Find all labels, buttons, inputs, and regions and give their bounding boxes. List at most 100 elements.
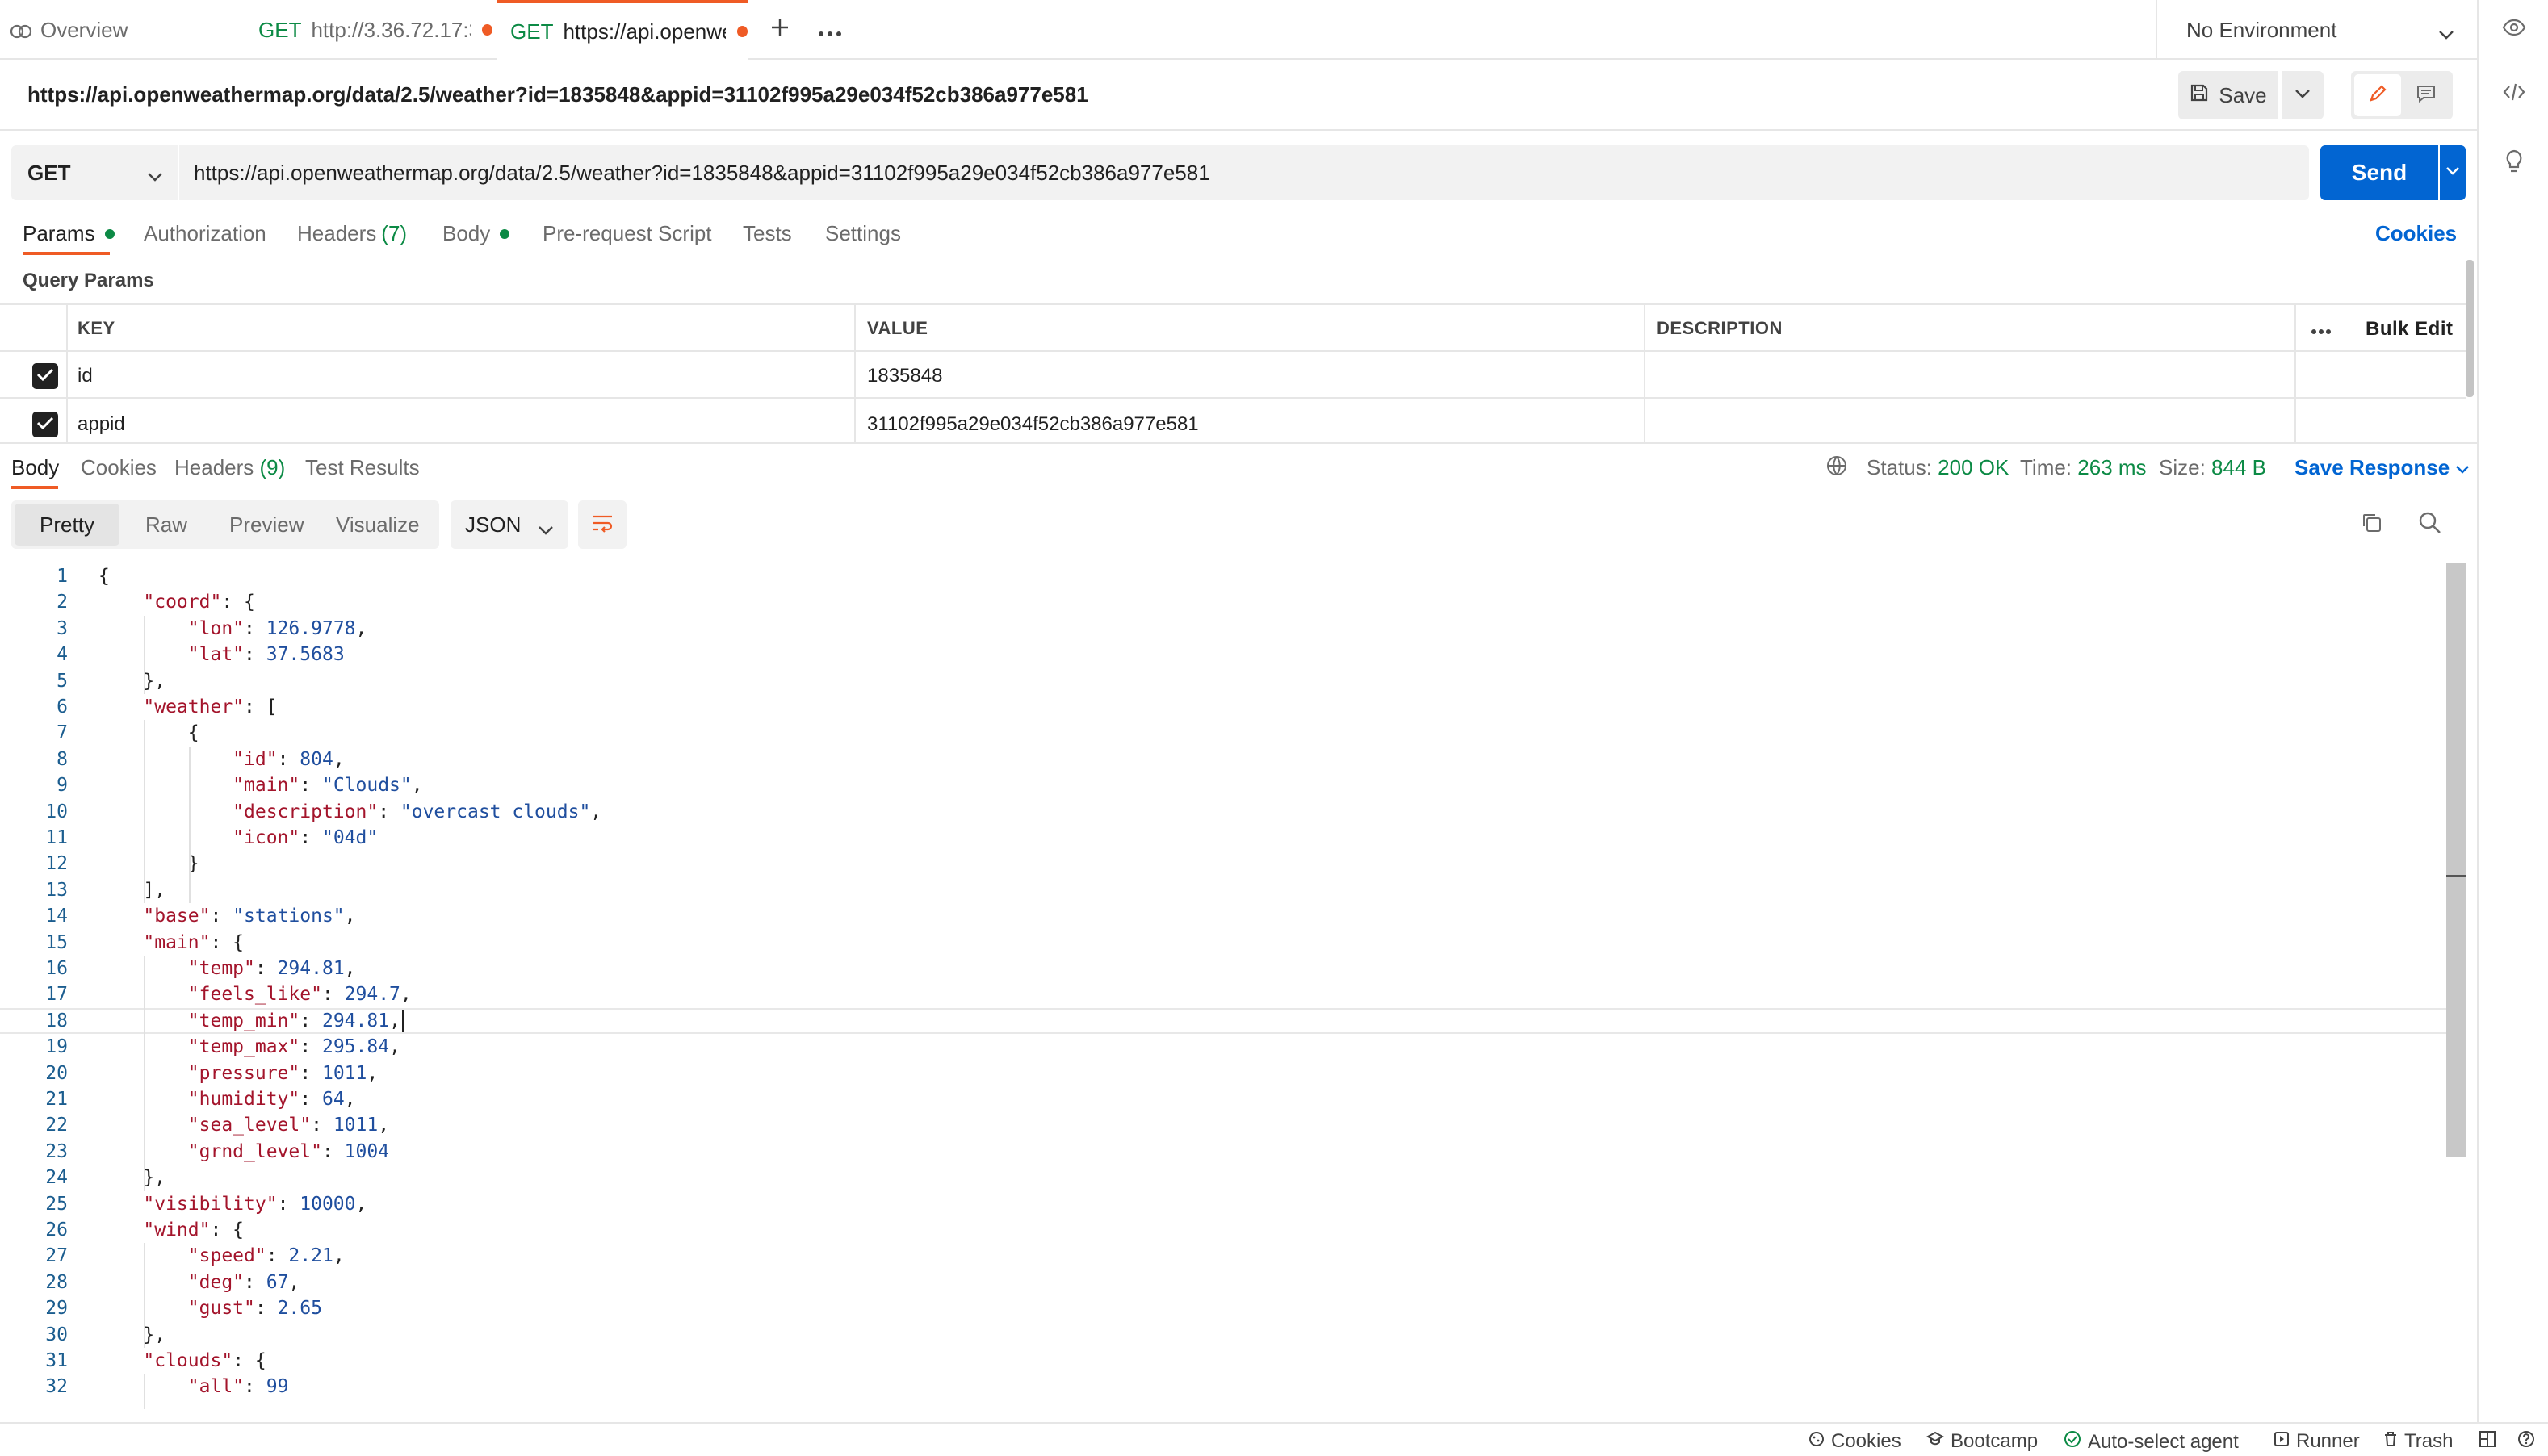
code-line: 20 "pressure": 1011, — [0, 1061, 2446, 1086]
code-icon — [2503, 82, 2525, 106]
code-line: 29 "gust": 2.65 — [0, 1295, 2446, 1321]
row-divider — [0, 350, 2466, 352]
send-button[interactable]: Send — [2320, 145, 2438, 200]
editor-scrollbar[interactable] — [2446, 563, 2466, 1157]
view-pretty-button[interactable]: Pretty — [15, 504, 119, 546]
environment-quick-look-button[interactable] — [2479, 5, 2548, 53]
method-select[interactable]: GET — [11, 145, 178, 200]
tab-authorization-label: Authorization — [144, 221, 266, 245]
info-button[interactable] — [2479, 139, 2548, 187]
comment-icon — [2416, 84, 2437, 107]
text-caret — [402, 1010, 404, 1032]
response-tab-cookies[interactable]: Cookies — [81, 455, 157, 480]
statusbar-bootcamp-button[interactable]: Bootcamp — [1926, 1430, 2038, 1453]
trash-icon — [2383, 1430, 2398, 1453]
time-label: Time: — [2020, 455, 2072, 479]
url-input[interactable]: https://api.openweathermap.org/data/2.5/… — [179, 145, 2309, 200]
environment-select[interactable]: No Environment — [2156, 0, 2477, 60]
request-name[interactable]: https://api.openweathermap.org/data/2.5/… — [27, 82, 1088, 107]
code-line: 15 "main": { — [0, 930, 2446, 956]
line-number: 10 — [45, 801, 68, 822]
copy-button[interactable] — [2356, 508, 2388, 541]
code-line: 32 "all": 99 — [0, 1374, 2446, 1400]
statusbar-trash-button[interactable]: Trash — [2383, 1430, 2453, 1453]
overview-icon — [10, 21, 32, 39]
code-line: 27 "speed": 2.21, — [0, 1243, 2446, 1269]
chevron-down-icon — [538, 517, 554, 542]
param-checkbox[interactable] — [32, 363, 58, 389]
save-button[interactable]: Save — [2178, 71, 2278, 119]
new-tab-button[interactable] — [762, 0, 798, 60]
view-raw-button[interactable]: Raw — [145, 500, 187, 549]
code-snippet-button[interactable] — [2479, 69, 2548, 118]
statusbar-runner-button[interactable]: Runner — [2274, 1430, 2360, 1453]
wrap-lines-button[interactable] — [578, 500, 627, 549]
format-select[interactable]: JSON — [451, 500, 568, 549]
param-key[interactable]: id — [78, 365, 93, 387]
tab-authorization[interactable]: Authorization — [144, 221, 266, 246]
search-button[interactable] — [2414, 508, 2446, 541]
code-line: 7 { — [0, 720, 2446, 746]
params-scrollbar[interactable] — [2466, 260, 2474, 397]
send-options-button[interactable] — [2440, 145, 2466, 200]
save-options-button[interactable] — [2282, 71, 2324, 119]
params-indicator-dot — [104, 228, 115, 239]
code-line: 12 } — [0, 851, 2446, 877]
wrap-icon — [590, 513, 614, 537]
response-headers-label: Headers — [174, 455, 254, 479]
layout-toggle-button[interactable] — [2479, 1430, 2496, 1454]
view-visualize-button[interactable]: Visualize — [336, 500, 420, 549]
bulk-edit-button[interactable]: Bulk Edit — [2366, 318, 2454, 341]
indent-guide — [144, 615, 145, 694]
response-tab-body[interactable]: Body — [11, 455, 59, 480]
column-divider — [854, 305, 856, 442]
view-preview-button[interactable]: Preview — [229, 500, 304, 549]
line-number: 2 — [57, 592, 68, 613]
code-text: "pressure": 1011, — [187, 1062, 379, 1084]
statusbar-agent-button[interactable]: Auto-select agent — [2064, 1430, 2239, 1454]
cookie-icon — [1808, 1430, 1825, 1453]
plus-icon — [769, 17, 790, 44]
column-options-button[interactable] — [2311, 318, 2332, 341]
statusbar-cookies-button[interactable]: Cookies — [1808, 1430, 1901, 1453]
tab-body-label: Body — [442, 221, 491, 245]
help-button[interactable] — [2517, 1430, 2535, 1454]
scrollbar-cursor-marker — [2446, 875, 2466, 877]
comment-mode-button[interactable] — [2403, 74, 2450, 116]
tab-body[interactable]: Body — [442, 221, 510, 246]
tab-request-2[interactable]: GET https://api.openwe — [497, 0, 748, 60]
code-line: 22 "sea_level": 1011, — [0, 1112, 2446, 1138]
edit-mode-button[interactable] — [2354, 74, 2401, 116]
more-tabs-button[interactable] — [812, 0, 848, 60]
line-number: 17 — [45, 984, 68, 1006]
time-value: 263 ms — [2077, 455, 2147, 479]
tab-settings[interactable]: Settings — [825, 221, 901, 246]
tab-request-1[interactable]: GET http://3.36.72.17:3 — [258, 0, 492, 60]
param-checkbox[interactable] — [32, 412, 58, 437]
tab-tests[interactable]: Tests — [743, 221, 792, 246]
unsaved-dot — [736, 26, 748, 37]
response-tab-test-results[interactable]: Test Results — [305, 455, 420, 480]
line-number: 11 — [45, 827, 68, 848]
tab-params-label: Params — [23, 221, 95, 245]
param-value[interactable]: 1835848 — [867, 365, 942, 387]
line-number: 29 — [45, 1298, 68, 1320]
response-tab-headers[interactable]: Headers (9) — [174, 455, 285, 480]
code-line: 8 "id": 804, — [0, 747, 2446, 772]
network-icon[interactable] — [1825, 454, 1849, 483]
param-key[interactable]: appid — [78, 413, 125, 436]
copy-icon — [2361, 512, 2383, 538]
param-value[interactable]: 31102f995a29e034f52cb386a977e581 — [867, 413, 1199, 436]
tab-headers[interactable]: Headers (7) — [297, 221, 407, 246]
response-size: Size: 844 B — [2159, 455, 2266, 480]
cookies-link[interactable]: Cookies — [2375, 221, 2457, 246]
tab-params[interactable]: Params — [23, 221, 115, 246]
code-text: "lat": 37.5683 — [187, 644, 345, 666]
line-number: 22 — [45, 1115, 68, 1136]
code-line: 11 "icon": "04d" — [0, 825, 2446, 851]
more-icon — [818, 18, 842, 43]
response-body-editor[interactable]: 1{2 "coord": {3 "lon": 126.9778, 4 "lat":… — [0, 563, 2446, 1409]
save-response-button[interactable]: Save Response — [2294, 455, 2470, 480]
tab-overview[interactable]: Overview — [10, 0, 244, 60]
tab-pre-request-script[interactable]: Pre-request Script — [543, 221, 712, 246]
